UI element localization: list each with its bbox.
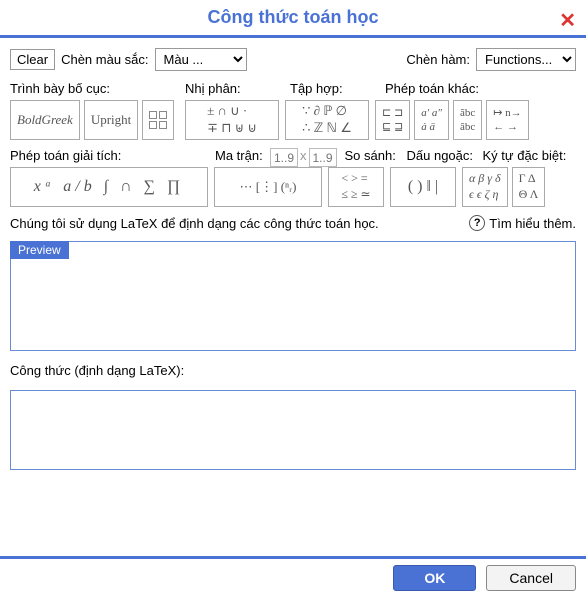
palette-matrix[interactable]: ⋯ [⋮] (ⁿᵣ) xyxy=(214,167,322,207)
palette-grid[interactable] xyxy=(142,100,174,140)
function-select[interactable]: Functions... xyxy=(476,48,576,71)
preview-box: Preview xyxy=(10,241,576,351)
dialog-content: Clear Chèn màu sắc: Màu ... Chèn hàm: Fu… xyxy=(0,38,586,483)
dialog-footer: OK Cancel xyxy=(0,556,586,596)
palette-calculus[interactable]: xᵃ a/b ∫ ∩ ∑ ∏ xyxy=(10,167,208,207)
insert-color-label: Chèn màu sắc: xyxy=(61,52,148,67)
color-select[interactable]: Màu ... xyxy=(155,48,247,71)
palette-other-1[interactable]: ⊏ ⊐ ⊑ ⊒ xyxy=(375,100,410,140)
palette-binary[interactable]: ± ∩ ∪ · ∓ ⊓ ⊎ ⊍ xyxy=(185,100,279,140)
section-special-label: Ký tự đặc biệt: xyxy=(483,148,567,163)
palette-upright[interactable]: Upright xyxy=(84,100,138,140)
matrix-rows-input[interactable] xyxy=(270,148,298,167)
learn-more-text: Tìm hiểu thêm. xyxy=(489,216,576,231)
palette-compare[interactable]: < > = ≤ ≥ ≃ xyxy=(328,167,384,207)
section-binary-label: Nhị phân: xyxy=(185,81,290,96)
learn-more-link[interactable]: ? Tìm hiểu thêm. xyxy=(469,215,576,231)
palette-other-4[interactable]: ↦ n→ ← → xyxy=(486,100,528,140)
section-matrix-label: Ma trận: xyxy=(215,148,270,163)
section-compare-label: So sánh: xyxy=(345,148,407,163)
matrix-x-label: x xyxy=(298,148,309,167)
matrix-cols-input[interactable] xyxy=(309,148,337,167)
section-sets-label: Tập hợp: xyxy=(290,81,385,96)
clear-button[interactable]: Clear xyxy=(10,49,55,70)
section-layout-label: Trình bày bố cục: xyxy=(10,81,185,96)
dialog-header: Công thức toán học ✕ xyxy=(0,0,586,38)
grid-icon xyxy=(149,111,167,129)
palette-sets[interactable]: ∵ ∂ ℙ ∅ ∴ ℤ ℕ ∠ xyxy=(285,100,369,140)
cancel-button[interactable]: Cancel xyxy=(486,565,576,591)
section-calculus-label: Phép toán giải tích: xyxy=(10,148,215,163)
close-icon[interactable]: ✕ xyxy=(559,8,576,33)
palette-other-3[interactable]: ãbc âbc xyxy=(453,100,482,140)
help-icon: ? xyxy=(469,215,485,231)
insert-function-label: Chèn hàm: xyxy=(406,52,470,67)
palette-greek-lower[interactable]: α β γ δ ϵ ϵ ζ η xyxy=(462,167,508,207)
preview-label: Preview xyxy=(10,241,69,259)
formula-input[interactable] xyxy=(10,390,576,470)
palette-brackets[interactable]: ( ) ‖ | xyxy=(390,167,456,207)
latex-note-text: Chúng tôi sử dụng LaTeX để định dạng các… xyxy=(10,216,379,231)
palette-other-2[interactable]: a′ a″ ȧ ä xyxy=(414,100,449,140)
formula-label: Công thức (định dạng LaTeX): xyxy=(10,363,576,378)
section-brackets-label: Dấu ngoặc: xyxy=(407,148,483,163)
ok-button[interactable]: OK xyxy=(393,565,476,591)
dialog-title: Công thức toán học xyxy=(207,7,378,28)
section-otherops-label: Phép toán khác: xyxy=(385,81,479,96)
palette-greek-upper[interactable]: Γ Δ Θ Λ xyxy=(512,167,546,207)
palette-boldgreek[interactable]: BoldGreek xyxy=(10,100,80,140)
